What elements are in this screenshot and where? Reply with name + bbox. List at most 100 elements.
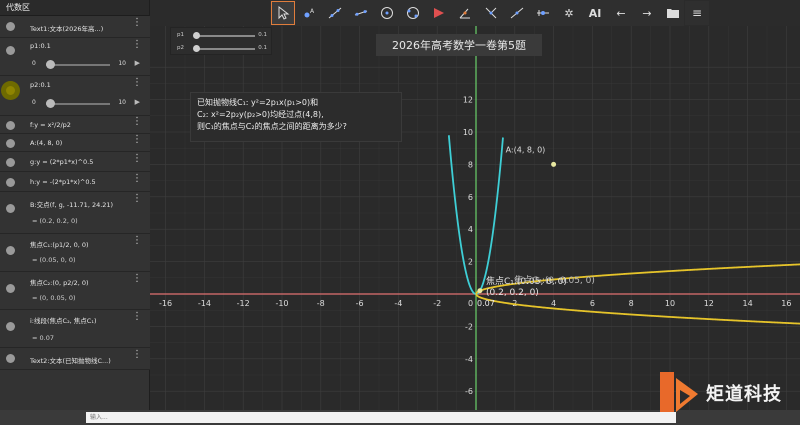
more-icon[interactable]: ⋮ xyxy=(132,174,142,184)
play-icon[interactable]: ▶ xyxy=(135,59,140,67)
problem-title: 2026年高考数学一卷第5题 xyxy=(376,34,542,56)
algebra-item-label: 焦点C₂:(0, p2/2, 0) xyxy=(30,279,89,287)
algebra-item-h[interactable]: h:y = -(2*p1*x)^0.5 ⋮ xyxy=(0,172,150,192)
algebra-item-value: = 0.07 xyxy=(32,334,54,342)
more-icon[interactable]: ⋮ xyxy=(132,18,142,28)
y-tick-label: -6 xyxy=(465,387,473,396)
slider-p2-mini[interactable]: p2 0.1 xyxy=(175,44,269,54)
slider-label: p1 xyxy=(177,32,184,38)
x-tick-label: 6 xyxy=(590,299,595,308)
more-icon[interactable]: ⋮ xyxy=(132,236,142,246)
ai-icon[interactable]: AI xyxy=(583,1,607,25)
hamburger-menu-icon[interactable]: ≡ xyxy=(685,1,709,25)
point-a xyxy=(551,161,557,167)
point-b-label: (0.2, 0.2, 0) xyxy=(486,288,539,298)
x-tick-label: -2 xyxy=(433,299,441,308)
geogebra-app: 代数区 Text1:文本(2026年高...) ⋮ p1:0.1 ⋮ 0 10 … xyxy=(0,0,800,425)
visibility-toggle[interactable] xyxy=(6,139,15,148)
algebra-item-focus-c2[interactable]: 焦点C₂:(0, p2/2, 0) = (0, 0.05, 0) ⋮ xyxy=(0,272,150,310)
visibility-toggle[interactable] xyxy=(6,354,15,363)
more-icon[interactable]: ⋮ xyxy=(132,40,142,50)
circle-tool-icon[interactable] xyxy=(375,1,399,25)
more-icon[interactable]: ⋮ xyxy=(132,194,142,204)
y-tick-label: 4 xyxy=(468,225,473,234)
slider-value: 0.1 xyxy=(258,45,267,51)
visibility-toggle[interactable] xyxy=(6,204,15,213)
visibility-toggle[interactable] xyxy=(6,46,15,55)
more-icon[interactable]: ⋮ xyxy=(132,135,142,145)
slider-p1-mini[interactable]: p1 0.1 xyxy=(175,31,269,41)
x-tick-label: 8 xyxy=(629,299,634,308)
visibility-toggle[interactable] xyxy=(6,246,15,255)
brand-logo: 矩道科技 xyxy=(650,368,800,418)
algebra-item-value: = (0.2, 0.2, 0) xyxy=(32,217,78,225)
more-icon[interactable]: ⋮ xyxy=(132,312,142,322)
more-icon[interactable]: ⋮ xyxy=(132,350,142,360)
slider-min: 0 xyxy=(32,60,36,67)
problem-line-1: 已知抛物线C₁: y²=2p₁x(p₁>0)和 xyxy=(197,98,319,107)
plot-background xyxy=(150,26,800,410)
undo-arrow-icon[interactable]: ← xyxy=(609,1,633,25)
more-icon[interactable]: ⋮ xyxy=(132,154,142,164)
line-tool-icon[interactable] xyxy=(323,1,347,25)
angle-tool-icon[interactable] xyxy=(453,1,477,25)
algebra-item-i[interactable]: i:线段(焦点C₂, 焦点C₁) = 0.07 ⋮ xyxy=(0,310,150,348)
slope-tool-icon[interactable] xyxy=(505,1,529,25)
slider-knob[interactable] xyxy=(46,60,55,69)
y-tick-label: 8 xyxy=(468,160,473,169)
play-icon[interactable]: ▶ xyxy=(135,98,140,106)
x-tick-label: -8 xyxy=(317,299,325,308)
visibility-toggle[interactable] xyxy=(6,178,15,187)
input-field[interactable]: 输入... xyxy=(86,412,676,423)
visibility-toggle[interactable] xyxy=(6,121,15,130)
origin-label: 0 xyxy=(468,299,473,308)
brand-logo-icon xyxy=(660,372,698,412)
graphics-view[interactable]: -18-16-14-12-10-8-6-4-224681012141618-6-… xyxy=(150,26,800,410)
visibility-toggle[interactable] xyxy=(6,322,15,331)
algebra-item-p2[interactable]: p2:0.1 ⋮ 0 10 ▶ xyxy=(0,76,150,116)
visibility-toggle[interactable] xyxy=(6,86,15,95)
algebra-item-b[interactable]: B:交点(f, g, -11.71, 24.21) = (0.2, 0.2, 0… xyxy=(0,192,150,234)
redo-arrow-icon[interactable]: → xyxy=(635,1,659,25)
algebra-item-label: g:y = (2*p1*x)^0.5 xyxy=(30,158,94,166)
algebra-item-label: i:线段(焦点C₂, 焦点C₁) xyxy=(30,317,97,325)
visibility-toggle[interactable] xyxy=(6,158,15,167)
slider-p1[interactable]: 0 10 ▶ xyxy=(32,59,140,70)
algebra-item-text1[interactable]: Text1:文本(2026年高...) ⋮ xyxy=(0,16,150,38)
slider-knob[interactable] xyxy=(193,45,200,52)
slider-knob[interactable] xyxy=(46,99,55,108)
segment-tool-icon[interactable] xyxy=(349,1,373,25)
algebra-item-p1[interactable]: p1:0.1 ⋮ 0 10 ▶ xyxy=(0,38,150,76)
perpendicular-tool-icon[interactable] xyxy=(479,1,503,25)
slider-tool-icon[interactable] xyxy=(531,1,555,25)
conic-tool-icon[interactable] xyxy=(401,1,425,25)
algebra-item-a[interactable]: A:(4, 8, 0) ⋮ xyxy=(0,134,150,152)
settings-gear-icon[interactable]: ✲ xyxy=(557,1,581,25)
visibility-toggle[interactable] xyxy=(6,284,15,293)
problem-line-2: C₂: x²=2p₂y(p₂>0)均经过点(4,8), xyxy=(197,110,324,119)
toolbar: A ✲ AI ← → xyxy=(270,0,684,26)
algebra-item-f[interactable]: f:y = x²/2/p2 ⋮ xyxy=(0,116,150,134)
focus-c2-label: 焦点C₂:(0, 0.05, 0) xyxy=(514,274,595,286)
algebra-item-label: Text1:文本(2026年高...) xyxy=(30,25,104,33)
slider-knob[interactable] xyxy=(193,32,200,39)
point-tool-icon[interactable]: A xyxy=(297,1,321,25)
visibility-toggle[interactable] xyxy=(6,22,15,31)
problem-line-3: 则C₁的焦点与C₂的焦点之间的距离为多少? xyxy=(197,122,347,131)
algebra-item-text2[interactable]: Text2:文本(已知抛物线C...) ⋮ xyxy=(0,348,150,370)
algebra-item-label: p1:0.1 xyxy=(30,42,51,50)
slider-p2[interactable]: 0 10 ▶ xyxy=(32,98,140,109)
segment-label: 0.07 xyxy=(477,299,495,308)
algebra-item-focus-c1[interactable]: 焦点C₁:(p1/2, 0, 0) = (0.05, 0, 0) ⋮ xyxy=(0,234,150,272)
more-icon[interactable]: ⋮ xyxy=(132,78,142,88)
algebra-header: 代数区 xyxy=(0,0,149,16)
folder-icon[interactable] xyxy=(661,1,685,25)
move-tool-icon[interactable] xyxy=(271,1,295,25)
plot-canvas[interactable]: -18-16-14-12-10-8-6-4-224681012141618-6-… xyxy=(150,26,800,410)
algebra-item-g[interactable]: g:y = (2*p1*x)^0.5 ⋮ xyxy=(0,152,150,172)
slider-label: p2 xyxy=(177,45,184,51)
more-icon[interactable]: ⋮ xyxy=(132,274,142,284)
more-icon[interactable]: ⋮ xyxy=(132,117,142,127)
reflect-tool-icon[interactable] xyxy=(427,1,451,25)
y-tick-label: 10 xyxy=(463,128,473,137)
